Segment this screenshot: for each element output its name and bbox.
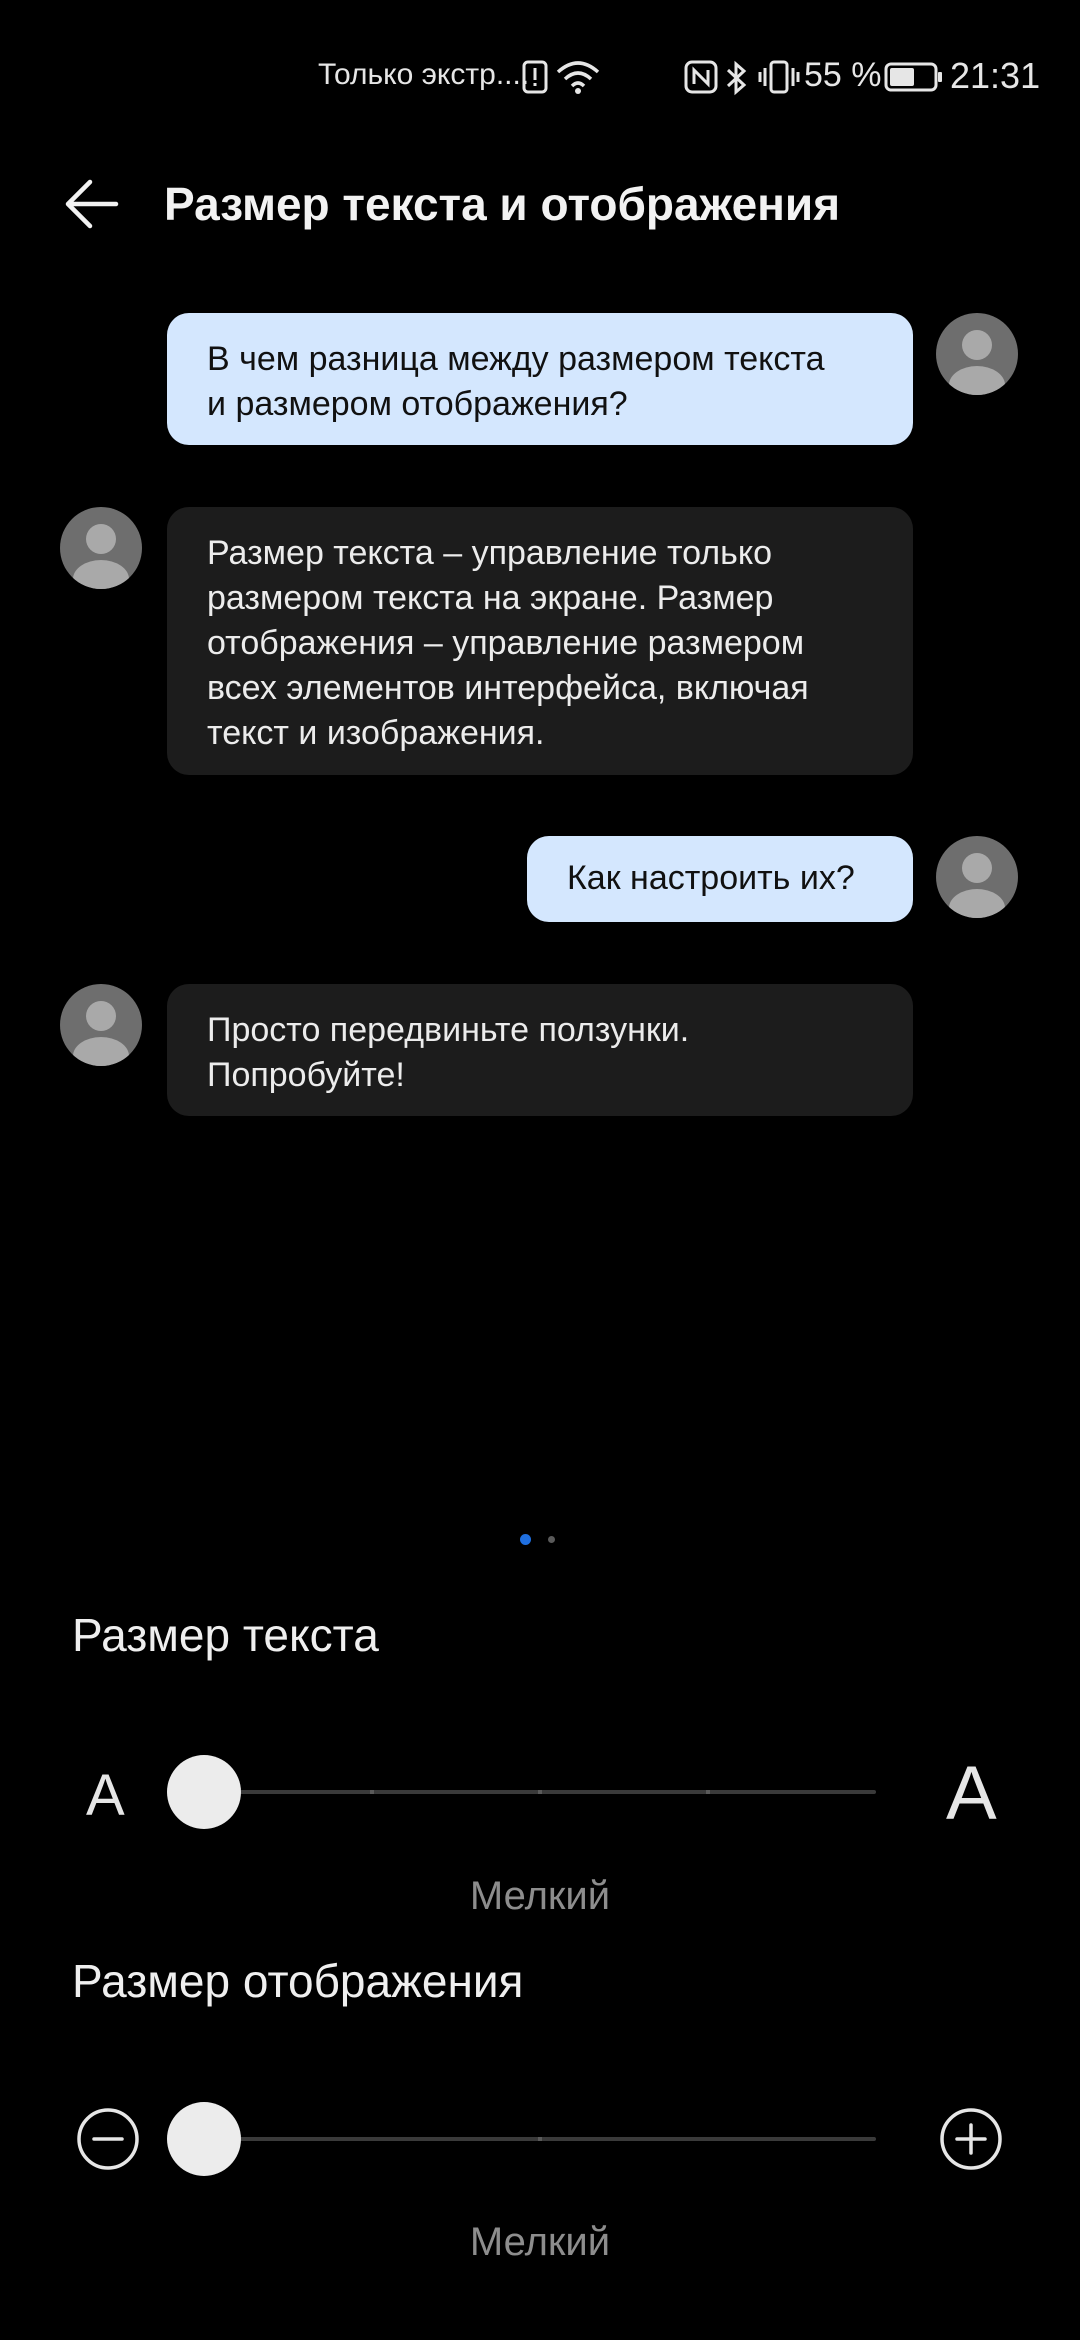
chat-line: текст и изображения. <box>207 714 545 752</box>
status-carrier-text: Только экстр.... <box>318 58 530 91</box>
chat-line: всех элементов интерфейса, включая <box>207 669 809 707</box>
status-bar: Только экстр.... 55 % 21:31 <box>0 0 1080 160</box>
page-indicator <box>518 1530 562 1546</box>
display-size-slider-thumb[interactable] <box>167 2102 241 2176</box>
battery-icon <box>884 62 942 92</box>
assistant-avatar-icon <box>60 984 142 1066</box>
chat-line: В чем разница между размером текста <box>207 340 825 378</box>
wifi-icon <box>556 61 600 94</box>
page-dot[interactable] <box>548 1536 555 1543</box>
chat-line: Как настроить их? <box>567 859 855 897</box>
text-size-slider-track[interactable] <box>204 1790 876 1794</box>
text-size-title: Размер текста <box>72 1609 379 1661</box>
display-size-slider-track[interactable] <box>204 2137 876 2141</box>
user-avatar-icon <box>936 313 1018 395</box>
chat-bubble-assistant: Размер текста – управление только размер… <box>167 507 913 775</box>
chat-line: Просто передвиньте ползунки. <box>207 1011 690 1049</box>
minus-circle-icon[interactable] <box>75 2106 141 2172</box>
chat-bubble-assistant: Просто передвиньте ползунки. Попробуйте! <box>167 984 913 1116</box>
text-size-value: Мелкий <box>469 1874 611 1918</box>
slider-tick <box>538 2137 542 2141</box>
slider-tick <box>538 1790 542 1794</box>
slider-tick <box>706 1790 710 1794</box>
status-time: 21:31 <box>950 55 1041 96</box>
chat-line: Попробуйте! <box>207 1056 405 1094</box>
display-size-value: Мелкий <box>469 2220 611 2264</box>
page-dot-active[interactable] <box>520 1534 531 1545</box>
app-bar: Размер текста и отображения <box>0 160 1080 330</box>
nfc-icon <box>684 60 718 94</box>
chat-line: размером текста на экране. Размер <box>207 579 774 617</box>
text-size-large-icon[interactable]: A <box>946 1750 997 1837</box>
user-avatar-icon <box>936 836 1018 918</box>
plus-circle-icon[interactable] <box>938 2106 1004 2172</box>
bluetooth-icon <box>726 60 747 96</box>
arrow-left-icon[interactable] <box>56 168 128 240</box>
chat-line: Размер текста – управление только <box>207 534 773 572</box>
chat-line: отображения – управление размером <box>207 624 805 662</box>
battery-percent: 55 % <box>804 56 882 94</box>
display-size-title: Размер отображения <box>72 1955 524 2007</box>
chat-bubble-user: В чем разница между размером текста и ра… <box>167 313 913 445</box>
text-size-slider-thumb[interactable] <box>167 1755 241 1829</box>
page-title: Размер текста и отображения <box>164 178 841 230</box>
slider-tick <box>370 1790 374 1794</box>
chat-bubble-user: Как настроить их? <box>527 836 913 922</box>
text-size-small-icon[interactable]: A <box>86 1762 125 1829</box>
assistant-avatar-icon <box>60 507 142 589</box>
vibrate-icon <box>758 60 800 94</box>
alert-icon <box>522 60 548 94</box>
chat-line: и размером отображения? <box>207 385 628 423</box>
